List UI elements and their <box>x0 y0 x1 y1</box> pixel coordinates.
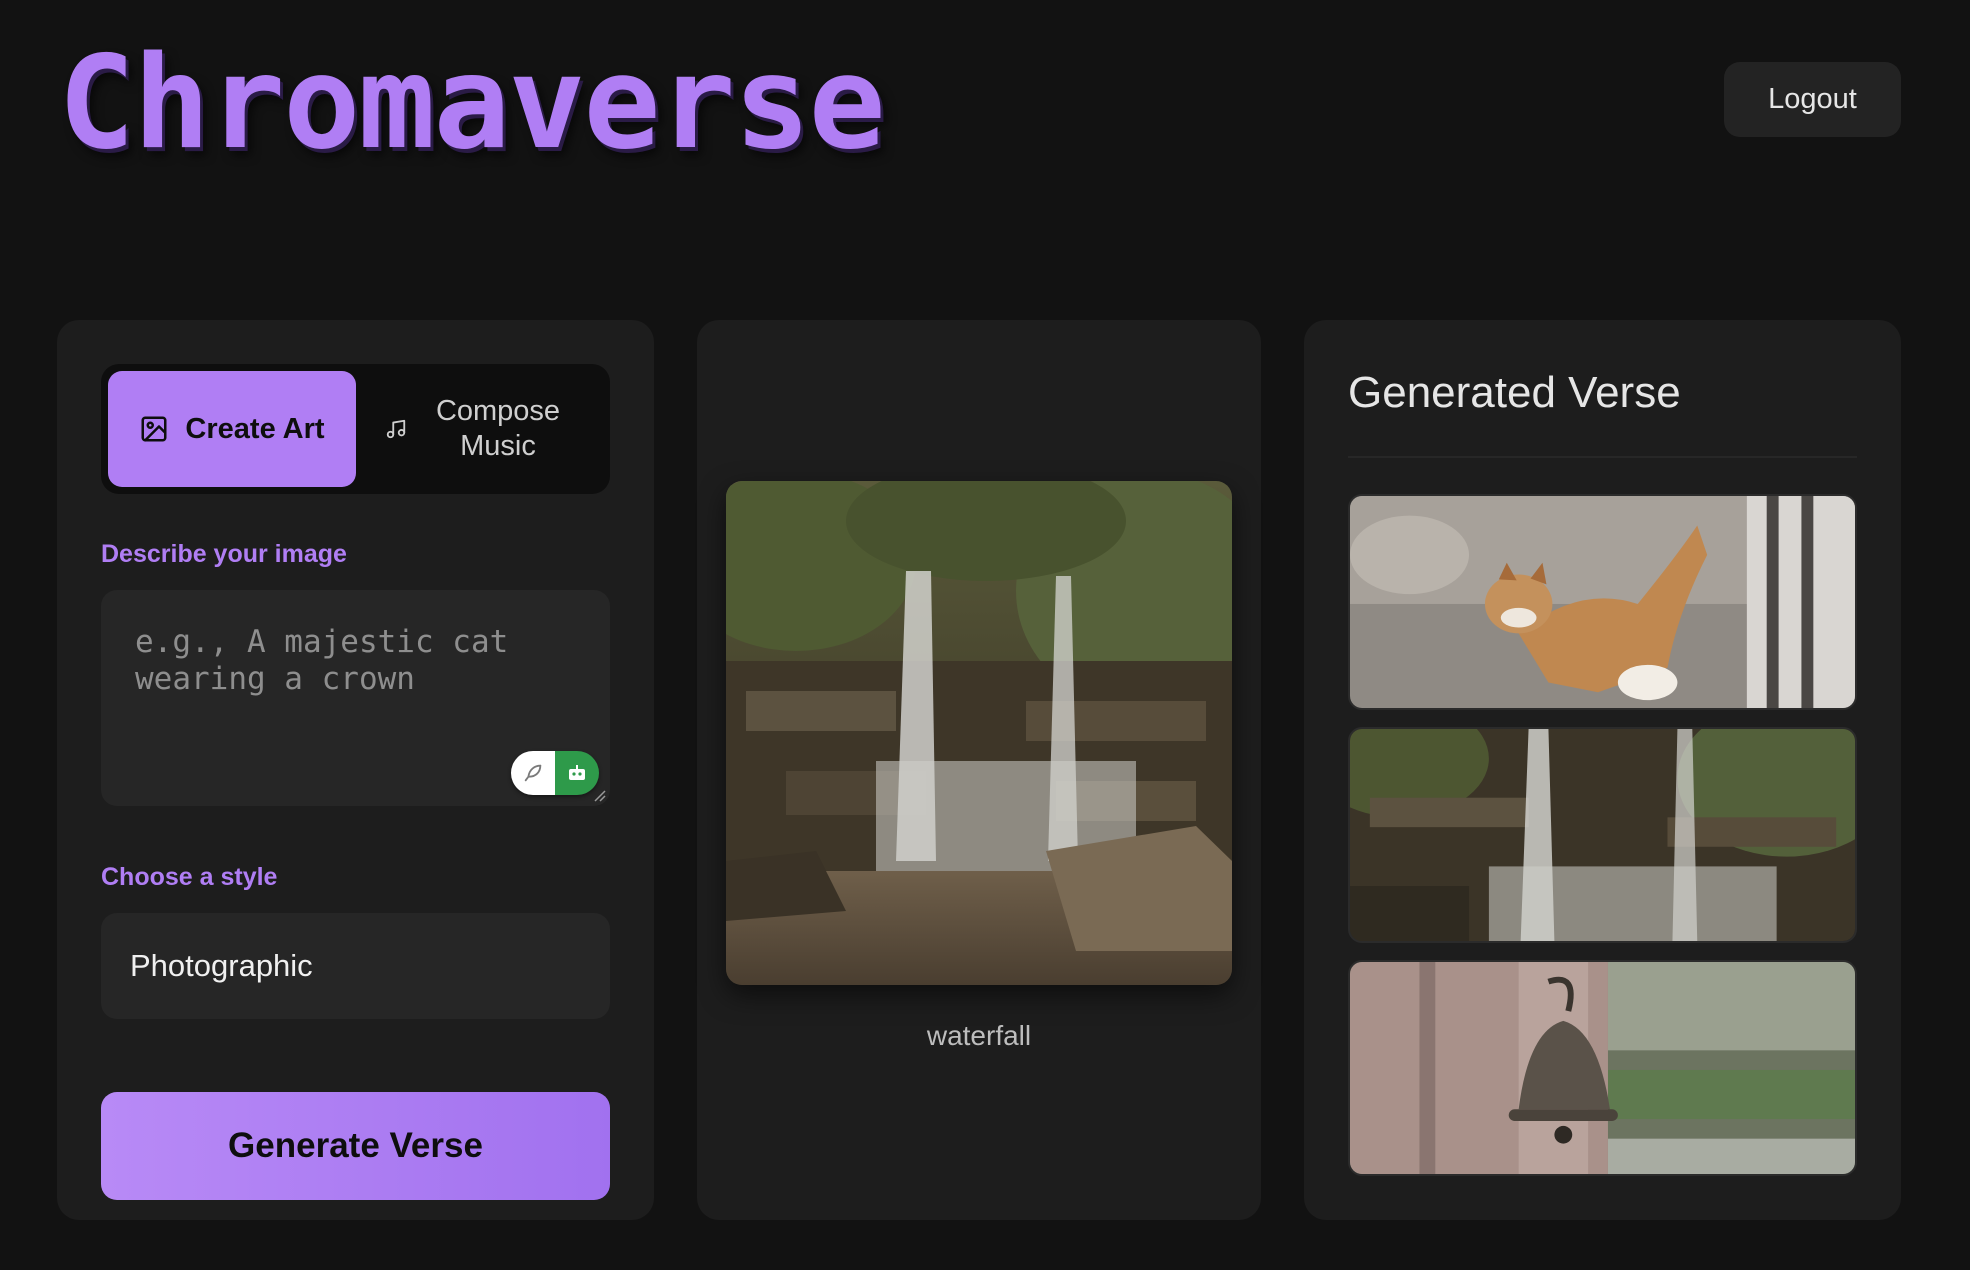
bell-image <box>1350 962 1855 1174</box>
style-label: Choose a style <box>101 863 278 891</box>
cat-image <box>1350 496 1855 708</box>
generated-verse-panel: Generated Verse <box>1304 320 1901 1220</box>
generate-verse-button[interactable]: Generate Verse <box>101 1092 610 1200</box>
describe-label: Describe your image <box>101 540 347 568</box>
extension-toggle[interactable] <box>511 751 599 795</box>
verse-thumbnail-cat[interactable] <box>1348 494 1857 710</box>
tab-compose-music[interactable]: Compose Music <box>356 371 602 487</box>
preview-caption: waterfall <box>926 1020 1032 1051</box>
tab-compose-music-label: Compose Music <box>435 395 561 462</box>
app-root: Chromaverse Logout Create Art Compose Mu… <box>0 0 1970 1270</box>
preview-panel: waterfall <box>697 320 1261 1220</box>
mode-tabs: Create Art Compose Music <box>101 364 610 494</box>
image-icon <box>139 414 169 444</box>
style-select[interactable]: Photographic <box>101 913 610 1019</box>
music-note-icon <box>385 418 407 440</box>
describe-field-wrapper <box>101 590 610 806</box>
tab-create-art-label: Create Art <box>185 412 325 445</box>
generated-verse-title: Generated Verse <box>1348 368 1681 417</box>
waterfall-image <box>726 481 1232 985</box>
tab-create-art[interactable]: Create Art <box>108 371 356 487</box>
style-select-value: Photographic <box>130 948 313 983</box>
verse-thumbnail-waterfall[interactable] <box>1348 727 1857 943</box>
create-panel: Create Art Compose Music Describe your i… <box>57 320 654 1220</box>
resize-grip-icon[interactable] <box>592 788 606 802</box>
preview-image[interactable] <box>726 481 1232 985</box>
quill-icon[interactable] <box>511 751 555 795</box>
divider <box>1348 456 1857 458</box>
brand-logo: Chromaverse <box>58 29 886 178</box>
logout-button[interactable]: Logout <box>1724 62 1901 137</box>
verse-thumbnail-bell[interactable] <box>1348 960 1857 1176</box>
waterfall-image <box>1350 729 1855 941</box>
